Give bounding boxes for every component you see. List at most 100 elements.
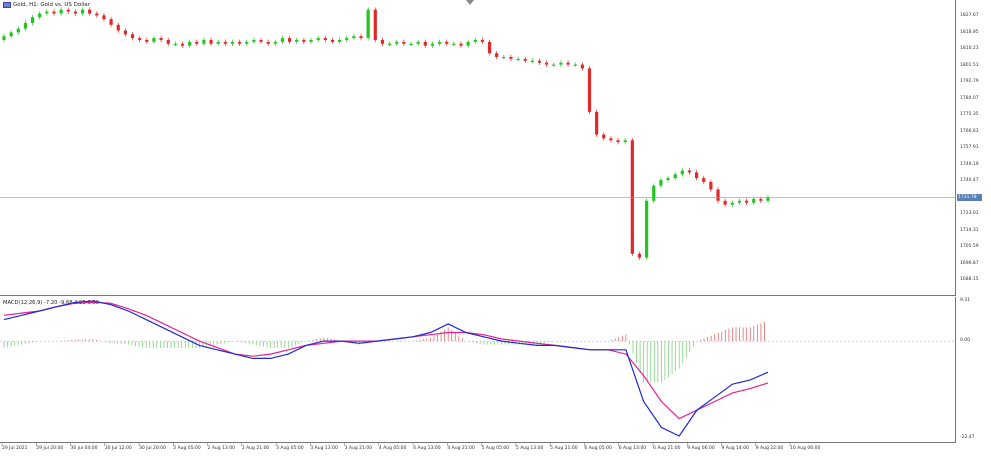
candle-body	[430, 43, 435, 46]
candle-body	[345, 38, 349, 40]
candle-body	[487, 41, 492, 54]
candle-body	[166, 39, 170, 44]
candle-body	[687, 170, 692, 173]
candle-body	[259, 39, 263, 42]
candle-body	[409, 43, 413, 45]
candle-body	[316, 38, 320, 40]
candle-body	[252, 39, 256, 42]
candle-body	[766, 197, 770, 201]
candle-body	[80, 9, 85, 14]
candle-body	[630, 140, 634, 254]
candle-body	[16, 28, 20, 33]
candle-body	[38, 13, 42, 18]
candle-body	[159, 38, 163, 40]
candle-body	[152, 38, 156, 42]
candle-body	[416, 41, 420, 44]
candle-body	[645, 200, 649, 258]
candle-body	[602, 134, 606, 139]
candle-body	[266, 41, 270, 44]
candle-body	[330, 39, 335, 42]
macd-main-line	[3, 300, 769, 437]
candle-body	[366, 9, 370, 39]
candle-body	[702, 178, 706, 182]
candle-body	[102, 15, 106, 20]
candle-body	[59, 9, 63, 14]
candle-body	[509, 57, 513, 59]
chart-canvas	[0, 7, 956, 446]
candle-body	[637, 253, 642, 258]
candle-body	[45, 11, 49, 14]
candle-body	[666, 178, 670, 180]
candle-body	[295, 39, 299, 42]
candle-body	[109, 19, 113, 25]
candle-body	[245, 41, 249, 44]
candle-body	[202, 39, 206, 44]
candle-body	[730, 202, 734, 205]
candle-body	[480, 39, 484, 42]
candle-body	[309, 39, 313, 42]
candle-body	[88, 9, 92, 14]
candle-body	[66, 9, 70, 12]
candle-body	[2, 36, 6, 40]
candle-body	[173, 43, 177, 45]
candle-body	[716, 189, 720, 201]
candle-body	[652, 185, 656, 201]
candle-body	[387, 43, 392, 45]
candle-body	[437, 41, 442, 44]
candle-body	[30, 17, 35, 23]
candle-body	[545, 62, 549, 65]
candle-body	[587, 68, 592, 112]
candle-body	[223, 41, 227, 44]
candle-body	[273, 41, 277, 44]
candle-body	[145, 39, 149, 42]
candle-body	[744, 200, 749, 203]
candle-body	[566, 62, 570, 65]
candle-body	[373, 9, 377, 40]
candle-body	[694, 172, 699, 179]
candle-body	[459, 43, 463, 46]
candle-body	[537, 60, 542, 63]
candle-body	[302, 39, 306, 42]
candle-body	[52, 11, 56, 14]
candle-body	[402, 41, 406, 44]
candle-body	[623, 140, 627, 143]
candle-body	[95, 13, 99, 16]
candle-body	[288, 38, 292, 42]
candle-body	[502, 57, 506, 59]
candle-body	[573, 64, 577, 66]
candle-body	[680, 170, 684, 175]
candle-body	[359, 36, 363, 39]
candle-body	[138, 38, 142, 40]
candle-body	[452, 43, 456, 45]
candle-body	[466, 41, 470, 46]
candle-body	[752, 198, 756, 203]
candle-body	[530, 60, 534, 62]
candle-body	[123, 30, 127, 35]
candle-body	[673, 174, 677, 179]
candle-body	[595, 111, 599, 135]
candle-body	[709, 181, 713, 190]
candle-body	[216, 41, 220, 44]
candle-body	[523, 58, 527, 61]
candle-body	[552, 64, 556, 66]
candle-body	[280, 38, 285, 42]
candle-body	[209, 39, 213, 44]
candle-body	[23, 22, 28, 29]
candle-body	[188, 41, 192, 46]
candle-body	[616, 140, 620, 143]
candle-body	[473, 39, 477, 42]
candle-body	[116, 24, 120, 31]
candle-body	[230, 41, 235, 44]
candle-body	[195, 41, 199, 44]
candle-body	[9, 32, 13, 37]
candle-body	[559, 62, 563, 65]
candle-body	[337, 39, 342, 42]
candle-body	[180, 43, 185, 46]
candle-body	[238, 41, 242, 44]
candle-body	[609, 138, 613, 141]
candle-body	[73, 11, 78, 14]
macd-signal-line	[3, 301, 769, 420]
candle-body	[445, 41, 449, 44]
candle-body	[130, 34, 135, 39]
candle-body	[659, 179, 663, 186]
